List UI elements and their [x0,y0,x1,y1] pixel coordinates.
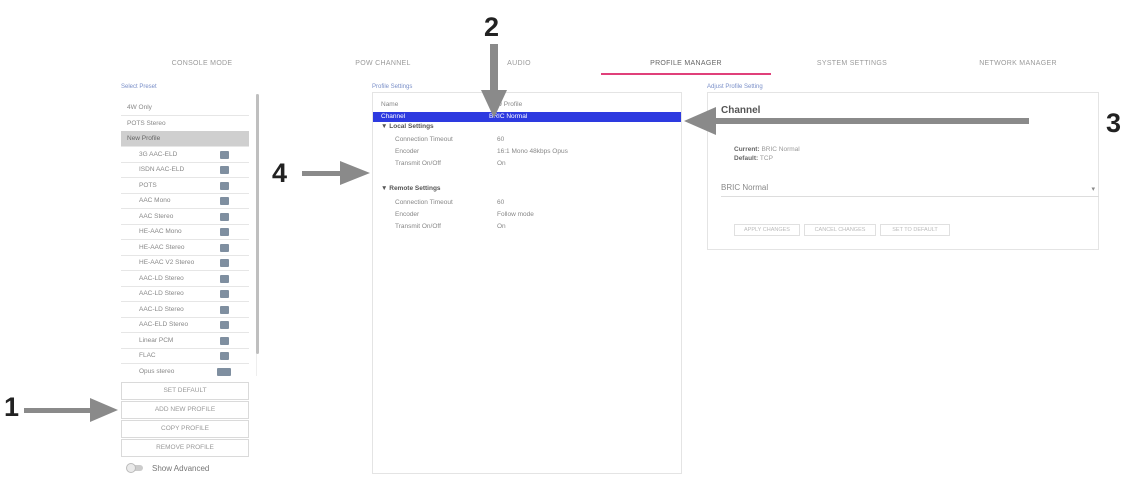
callout-2: 2 [484,12,500,42]
callout-3: 3 [1106,108,1122,138]
arrow-2-head [481,90,507,118]
callout-1: 1 [4,392,20,422]
arrow-1-shaft [24,408,94,413]
callout-4: 4 [272,158,288,188]
arrow-1-head [90,398,118,422]
callout-arrows [24,44,1029,422]
arrow-4-shaft [302,171,344,176]
arrow-2-shaft [490,44,498,94]
arrow-4-head [340,161,370,185]
arrow-3-shaft [712,118,1029,124]
arrow-3-head [684,107,716,135]
